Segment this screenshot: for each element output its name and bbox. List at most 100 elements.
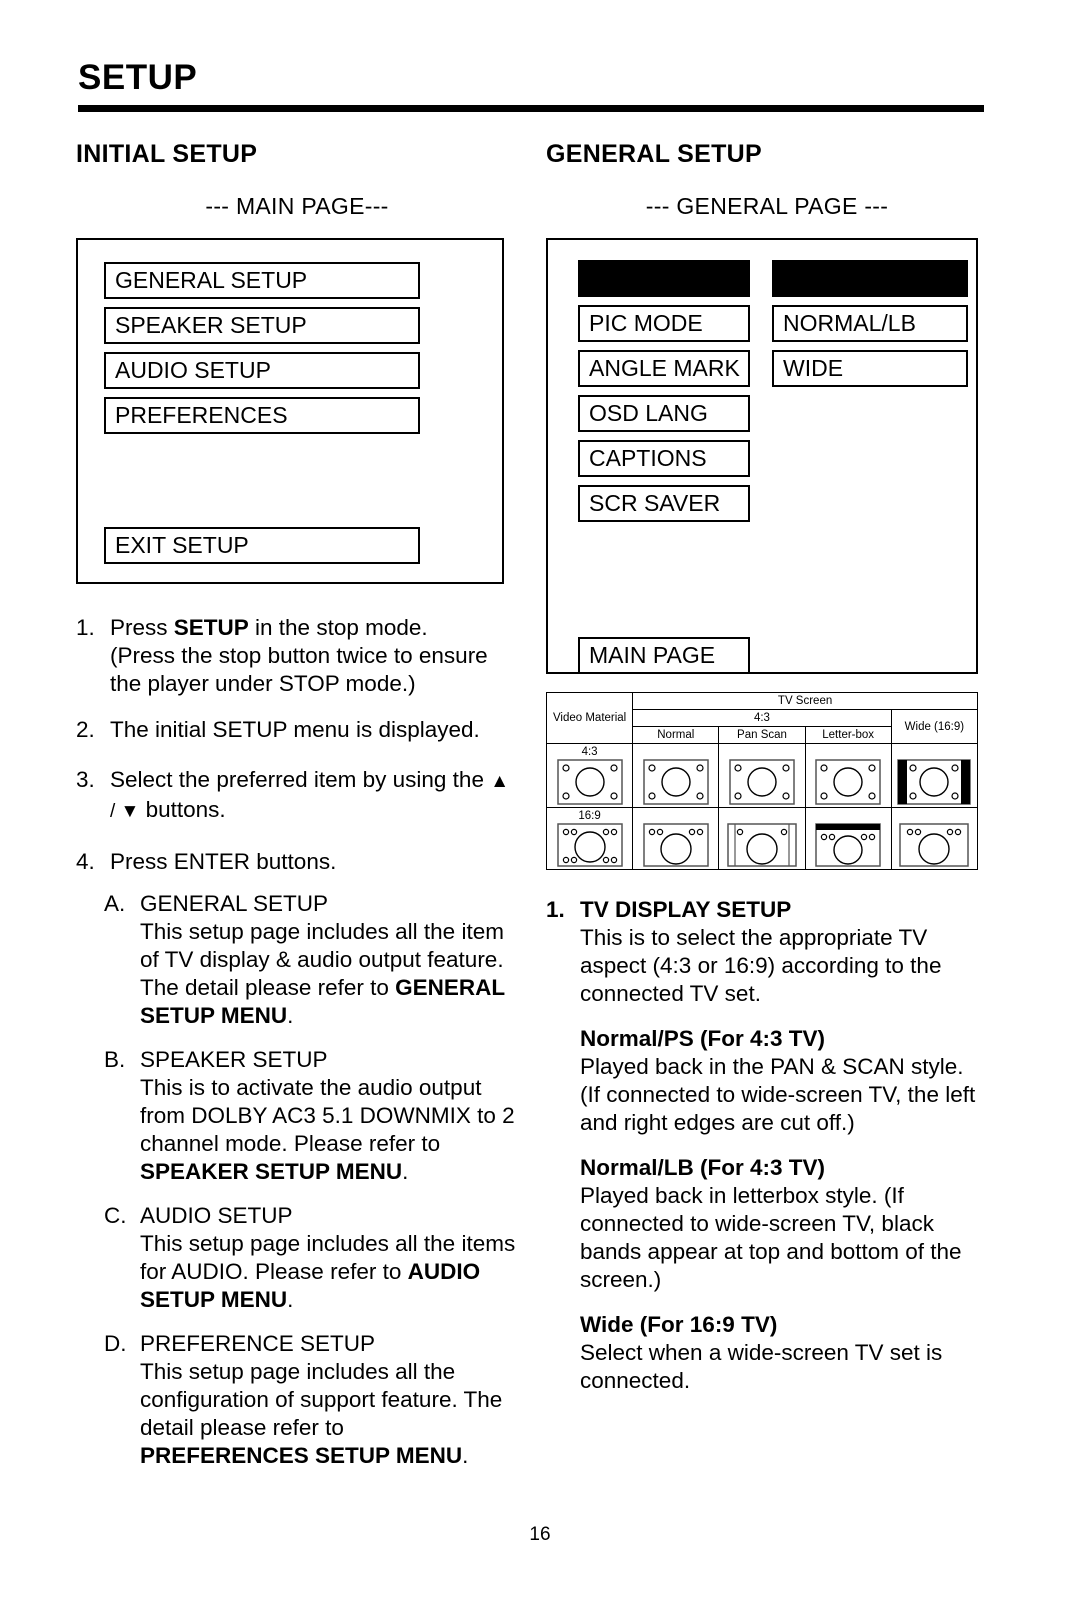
osd-right-column: NORMAL/LB WIDE [772,260,968,530]
osd-item-pic-mode[interactable]: PIC MODE [578,305,750,342]
tv-display-setup-heading: TV DISPLAY SETUP [580,897,792,922]
cell-4-3-normal [632,743,720,808]
table-row: 4:3 [545,743,979,808]
manual-page: SETUP INITIAL SETUP --- MAIN PAGE--- GEN… [0,0,1080,1618]
step-3-pre: Select the preferred item by using the [110,767,491,792]
osd-item-scr-saver[interactable]: SCR SAVER [578,485,750,522]
sub-item-d-content: PREFERENCE SETUP This setup page include… [140,1330,518,1470]
step-4-text: Press ENTER buttons. [110,849,337,874]
setup-sub-items: A. GENERAL SETUP This setup page include… [104,890,518,1470]
sub-item-b-heading: SPEAKER SETUP [140,1047,328,1072]
tv-display-setup-text: 1. TV DISPLAY SETUP This is to select th… [546,896,988,1395]
tv-screen-4-3-icon [556,759,623,805]
step-3-post: buttons. [139,797,226,822]
osd-item-exit-setup[interactable]: EXIT SETUP [104,527,420,564]
tv-screen-4-3-panscan-icon [729,759,795,805]
cell-material-16-9: 16:9 [545,807,634,870]
normal-lb-text: Played back in letterbox style. (If conn… [580,1183,962,1292]
step-3-marker: 3. [76,767,95,792]
tv-display-setup-marker: 1. [546,897,565,922]
osd-value-normal-lb[interactable]: NORMAL/LB [772,305,968,342]
sub-item-d-period: . [462,1443,469,1468]
osd-item-osd-lang[interactable]: OSD LANG [578,395,750,432]
sub-item-b-marker: B. [104,1047,126,1072]
sub-item-a-heading: GENERAL SETUP [140,891,328,916]
left-instructions: 1. Press SETUP in the stop mode. (Press … [76,614,518,1470]
tv-screen-16-9-letterbox-icon [815,823,881,867]
tv-display-setup-body: This is to select the appropriate TV asp… [580,925,942,1006]
normal-ps-block: Normal/PS (For 4:3 TV) Played back in th… [580,1025,988,1137]
tv-screen-16-9-normal-icon [643,823,709,867]
general-page-label: --- GENERAL PAGE --- [645,193,889,219]
osd-item-general-setup[interactable]: GENERAL SETUP [104,262,420,299]
sub-item-d-heading: PREFERENCE SETUP [140,1331,376,1356]
step-2: 2. The initial SETUP menu is displayed. [76,716,518,744]
cell-16-9-normal [632,807,720,870]
sub-item-d-marker: D. [104,1331,127,1356]
normal-lb-heading: Normal/LB (For 4:3 TV) [580,1155,826,1180]
osd-highlight-bar-left [578,260,750,297]
tv-screen-4-3-normal-icon [643,759,709,805]
normal-ps-heading: Normal/PS (For 4:3 TV) [580,1026,826,1051]
normal-lb-block: Normal/LB (For 4:3 TV) Played back in le… [580,1154,988,1294]
tv-display-table: Video Material TV Screen 4:3 Wide (16:9)… [545,692,979,870]
sub-item-c-content: AUDIO SETUP This setup page includes all… [140,1202,518,1314]
screen-icon-4-3-source [549,759,630,805]
screen-icon-4-3-normal [635,759,716,805]
main-page-osd-screen: GENERAL SETUP SPEAKER SETUP AUDIO SETUP … [76,238,504,584]
tv-screen-4-3-letterbox-icon [815,759,881,805]
osd-left-column: PIC MODE ANGLE MARK OSD LANG CAPTIONS SC… [578,260,750,530]
wide-text: Select when a wide-screen TV set is conn… [580,1340,943,1393]
sub-item-d: D. PREFERENCE SETUP This setup page incl… [104,1330,518,1470]
screen-icon-16-9-pan-scan [721,823,802,867]
tv-display-setup-item: 1. TV DISPLAY SETUP This is to select th… [546,896,988,1008]
screen-icon-wide-16-9 [894,823,975,867]
sub-item-b-content: SPEAKER SETUP This is to activate the au… [140,1046,518,1186]
osd-item-captions[interactable]: CAPTIONS [578,440,750,477]
page-number: 16 [529,1524,551,1545]
table-header-pan-scan: Pan Scan [718,726,806,744]
step-1: 1. Press SETUP in the stop mode. (Press … [76,614,518,698]
tv-screen-wide-pillarbox-icon [897,759,972,805]
osd-value-wide[interactable]: WIDE [772,350,968,387]
sub-item-b: B. SPEAKER SETUP This is to activate the… [104,1046,518,1186]
sub-item-c-marker: C. [104,1203,127,1228]
tv-screen-16-9-panscan-icon [727,823,797,867]
table-header-4-3: 4:3 [632,709,892,727]
material-label-16-9: 16:9 [578,810,601,822]
osd-item-preferences[interactable]: PREFERENCES [104,397,420,434]
table-header-tv-screen: TV Screen [632,692,978,710]
cell-wide-16-9 [890,807,979,870]
sub-item-a: A. GENERAL SETUP This setup page include… [104,890,518,1030]
osd-columns: PIC MODE ANGLE MARK OSD LANG CAPTIONS SC… [548,260,976,530]
table-row: Video Material TV Screen [545,692,978,744]
sub-item-d-body: This setup page includes all the configu… [140,1359,503,1440]
page-title: SETUP [78,58,198,97]
osd-item-angle-mark[interactable]: ANGLE MARK [578,350,750,387]
osd-item-main-page[interactable]: MAIN PAGE [578,637,750,674]
osd-item-audio-setup[interactable]: AUDIO SETUP [104,352,420,389]
sub-item-b-body: This is to activate the audio output fro… [140,1075,515,1156]
left-column: INITIAL SETUP --- MAIN PAGE--- GENERAL S… [76,140,518,1486]
cell-16-9-letterbox [804,807,892,870]
screen-icon-wide-4-3 [894,759,975,805]
screen-icon-16-9-source [549,823,630,867]
initial-setup-heading: INITIAL SETUP [76,140,258,168]
step-4-marker: 4. [76,849,95,874]
step-1-text: Press SETUP in the stop mode. (Press the… [110,614,518,698]
wide-block: Wide (For 16:9 TV) Select when a wide-sc… [580,1311,988,1395]
step-2-marker: 2. [76,717,95,742]
general-setup-heading: GENERAL SETUP [546,140,762,168]
osd-item-speaker-setup[interactable]: SPEAKER SETUP [104,307,420,344]
sub-item-c: C. AUDIO SETUP This setup page includes … [104,1202,518,1314]
step-3-text: Select the preferred item by using the ▲… [110,766,518,826]
step-1-pre: Press [110,615,174,640]
title-divider [78,105,984,112]
step-4: 4. Press ENTER buttons. [76,848,518,876]
screen-icon-16-9-normal [635,823,716,867]
tv-screen-wide-16-9-icon [899,823,970,867]
sub-item-b-period: . [402,1159,409,1184]
sub-item-d-ref: PREFERENCES SETUP MENU [140,1443,463,1468]
screen-icon-4-3-pan-scan [721,759,802,805]
cell-4-3-pan-scan [718,743,806,808]
